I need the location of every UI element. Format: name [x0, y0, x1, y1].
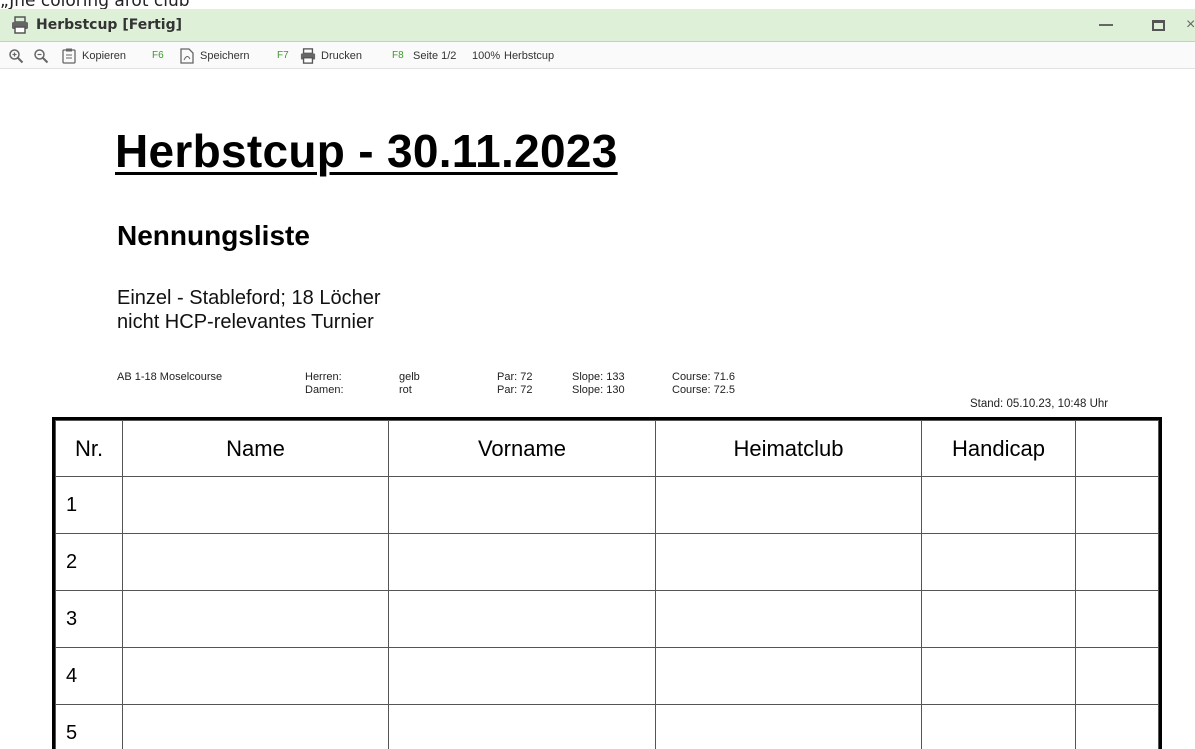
table-row: 5	[55, 704, 1159, 749]
row-number: 1	[55, 476, 123, 534]
competition-format: Einzel - Stableford; 18 Löcher	[117, 287, 381, 309]
heimatclub-cell	[655, 704, 922, 749]
clipboard-icon	[62, 48, 76, 64]
maximize-icon	[1151, 19, 1165, 31]
handicap-cell	[921, 476, 1076, 534]
page-indicator: Seite 1/2	[413, 49, 457, 62]
tee-women-label: Damen:	[305, 384, 344, 396]
vorname-cell	[388, 647, 656, 705]
row-number: 3	[55, 590, 123, 648]
zoom-out-button[interactable]	[33, 42, 49, 69]
maximize-button[interactable]	[1146, 14, 1170, 36]
print-label: Drucken	[321, 49, 362, 62]
name-cell	[122, 704, 389, 749]
tee-women-slope: Slope: 130	[572, 384, 625, 396]
tee-men-label: Herren:	[305, 371, 342, 383]
handicap-cell	[921, 647, 1076, 705]
minimize-button[interactable]	[1094, 14, 1118, 36]
vorname-cell	[388, 704, 656, 749]
document-name: Herbstcup	[504, 49, 555, 62]
document-title: Herbstcup - 30.11.2023	[115, 125, 618, 177]
tee-men-slope: Slope: 133	[572, 371, 625, 383]
column-header-extra	[1075, 420, 1159, 477]
vorname-cell	[388, 590, 656, 648]
row-number: 4	[55, 647, 123, 705]
vorname-cell	[388, 476, 656, 534]
heimatclub-cell	[655, 647, 922, 705]
preview-toolbar: Kopieren F6 Speichern F7 Drucken F8 Seit…	[0, 42, 1195, 69]
zoom-in-button[interactable]	[8, 42, 24, 69]
name-cell	[122, 476, 389, 534]
timestamp: Stand: 05.10.23, 10:48 Uhr	[970, 398, 1109, 410]
extra-cell	[1075, 533, 1159, 591]
copy-button[interactable]: Kopieren	[62, 42, 126, 69]
heimatclub-cell	[655, 476, 922, 534]
column-header-nr: Nr.	[55, 420, 123, 477]
handicap-cell	[921, 704, 1076, 749]
document-subtitle: Nennungsliste	[117, 220, 310, 251]
extra-cell	[1075, 704, 1159, 749]
course-name: AB 1-18 Moselcourse	[117, 371, 223, 383]
tee-women-course-rating: Course: 72.5	[672, 384, 735, 396]
window-title: Herbstcup [Fertig]	[36, 17, 183, 33]
save-shortcut: F7	[277, 50, 289, 61]
zoom-out-icon	[34, 48, 49, 63]
row-number: 5	[55, 704, 123, 749]
window-titlebar[interactable]: Herbstcup [Fertig] ×	[0, 9, 1195, 42]
table-row: 4	[55, 647, 1159, 705]
extra-cell	[1075, 647, 1159, 705]
heimatclub-cell	[655, 533, 922, 591]
close-button[interactable]: ×	[1186, 14, 1195, 36]
table-row: 3	[55, 590, 1159, 648]
save-button[interactable]: Speichern	[180, 42, 250, 69]
vorname-cell	[388, 533, 656, 591]
clipped-background-text: „Jhe coloring arot club	[0, 0, 190, 9]
print-button[interactable]: Drucken	[300, 42, 362, 69]
table-header-row: Nr. Name Vorname Heimatclub Handicap	[55, 420, 1159, 477]
printer-icon	[12, 16, 28, 34]
entry-list-table: Nr. Name Vorname Heimatclub Handicap 1 2…	[52, 417, 1162, 749]
tee-men-course-rating: Course: 71.6	[672, 371, 735, 383]
handicap-cell	[921, 590, 1076, 648]
copy-label: Kopieren	[82, 49, 127, 62]
competition-relevance: nicht HCP-relevantes Turnier	[117, 311, 374, 333]
row-number: 2	[55, 533, 123, 591]
extra-cell	[1075, 590, 1159, 648]
handicap-cell	[921, 533, 1076, 591]
tee-men-color: gelb	[399, 371, 420, 383]
name-cell	[122, 647, 389, 705]
zoom-in-icon	[9, 48, 24, 63]
tee-women-color: rot	[399, 384, 412, 396]
zoom-level: 100%	[472, 49, 501, 62]
print-shortcut: F8	[392, 50, 404, 61]
heimatclub-cell	[655, 590, 922, 648]
tee-women-par: Par: 72	[497, 384, 533, 396]
column-header-vorname: Vorname	[388, 420, 656, 477]
printer-icon	[300, 47, 316, 64]
name-cell	[122, 533, 389, 591]
pdf-file-icon	[180, 47, 194, 64]
name-cell	[122, 590, 389, 648]
tee-men-par: Par: 72	[497, 371, 533, 383]
save-label: Speichern	[200, 49, 250, 62]
table-row: 1	[55, 476, 1159, 534]
column-header-heimatclub: Heimatclub	[655, 420, 922, 477]
close-icon: ×	[1186, 16, 1195, 33]
table-row: 2	[55, 533, 1159, 591]
minimize-icon	[1099, 24, 1113, 26]
column-header-handicap: Handicap	[921, 420, 1076, 477]
column-header-name: Name	[122, 420, 389, 477]
extra-cell	[1075, 476, 1159, 534]
copy-shortcut: F6	[152, 50, 164, 61]
